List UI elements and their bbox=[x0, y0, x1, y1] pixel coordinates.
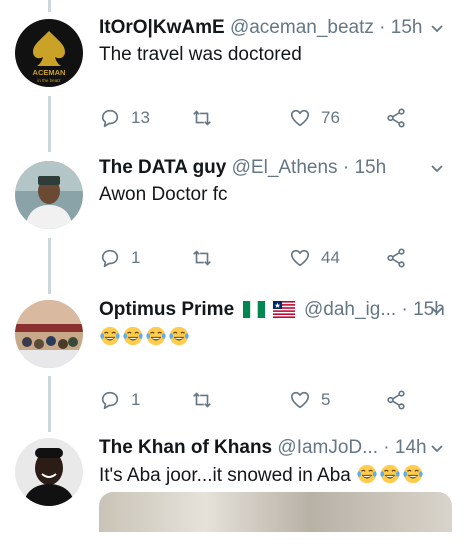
tears-of-joy-emoji bbox=[123, 326, 143, 346]
tweet-text: It's Aba joor...it snowed in Aba bbox=[99, 463, 425, 488]
tears-of-joy-emoji bbox=[146, 326, 166, 346]
tweet-header: Optimus Prime @dah_ig... · 15h bbox=[99, 298, 454, 322]
tweet[interactable]: The Khan of Khans @IamJoD... · 14h It's … bbox=[0, 420, 466, 560]
chevron-down-icon[interactable] bbox=[430, 162, 444, 176]
tears-of-joy-emoji bbox=[357, 464, 377, 484]
display-name[interactable]: ItOrO|KwAmE bbox=[99, 17, 225, 38]
avatar[interactable] bbox=[15, 300, 83, 368]
chevron-down-icon[interactable] bbox=[430, 304, 444, 318]
nigeria-flag-icon bbox=[243, 301, 266, 318]
like-button[interactable]: 44 bbox=[289, 246, 340, 270]
reply-count: 1 bbox=[131, 248, 141, 267]
tweet-text-content: It's Aba joor...it snowed in Aba bbox=[99, 465, 351, 486]
reply-button[interactable]: 1 bbox=[99, 388, 140, 412]
avatar[interactable]: ACEMAN in the beatz bbox=[15, 19, 83, 87]
like-button[interactable]: 76 bbox=[289, 106, 340, 130]
like-count: 5 bbox=[321, 390, 331, 409]
tweet[interactable]: Optimus Prime @dah_ig... · 15h 1 5 bbox=[0, 282, 466, 422]
emoji-row bbox=[99, 326, 191, 348]
reply-icon bbox=[101, 391, 119, 410]
emoji-row bbox=[356, 464, 425, 486]
like-button[interactable]: 5 bbox=[289, 388, 330, 412]
tears-of-joy-emoji bbox=[403, 464, 423, 484]
user-handle[interactable]: @IamJoD... bbox=[277, 437, 378, 458]
share-button[interactable] bbox=[385, 388, 407, 412]
separator-dot: · bbox=[383, 437, 390, 458]
reply-icon bbox=[101, 109, 119, 128]
tweet-text: Awon Doctor fc bbox=[99, 184, 228, 205]
tweet-actions: 13 76 bbox=[99, 106, 419, 130]
tweet[interactable]: ACEMAN in the beatz ItOrO|KwAmE @aceman_… bbox=[0, 0, 466, 140]
timestamp[interactable]: 14h bbox=[395, 437, 427, 458]
timestamp[interactable]: 15h bbox=[391, 17, 423, 38]
avatar[interactable] bbox=[15, 161, 83, 229]
retweet-button[interactable] bbox=[191, 388, 213, 412]
reply-button[interactable]: 13 bbox=[99, 106, 150, 130]
tweet-actions: 1 5 bbox=[99, 388, 419, 412]
display-name[interactable]: Optimus Prime bbox=[99, 299, 234, 320]
retweet-icon bbox=[193, 110, 211, 126]
tweet-text bbox=[99, 325, 191, 350]
avatar-logo-text: ACEMAN bbox=[33, 68, 66, 77]
user-handle[interactable]: @El_Athens bbox=[232, 157, 338, 178]
tweet-media-image[interactable] bbox=[99, 492, 452, 532]
tweet-actions: 1 44 bbox=[99, 246, 419, 270]
avatar[interactable] bbox=[15, 438, 83, 506]
share-button[interactable] bbox=[385, 246, 407, 270]
like-count: 76 bbox=[321, 108, 340, 127]
tweet[interactable]: The DATA guy @El_Athens · 15h Awon Docto… bbox=[0, 140, 466, 280]
like-count: 44 bbox=[321, 248, 340, 267]
user-handle[interactable]: @aceman_beatz bbox=[230, 17, 374, 38]
retweet-button[interactable] bbox=[191, 246, 213, 270]
chevron-down-icon[interactable] bbox=[430, 22, 444, 36]
tweet-header: The DATA guy @El_Athens · 15h bbox=[99, 156, 454, 180]
reply-button[interactable]: 1 bbox=[99, 246, 140, 270]
retweet-icon bbox=[193, 392, 211, 408]
tears-of-joy-emoji bbox=[169, 326, 189, 346]
separator-dot: · bbox=[401, 299, 408, 320]
tweet-text: The travel was doctored bbox=[99, 44, 302, 65]
share-icon bbox=[387, 248, 405, 268]
share-button[interactable] bbox=[385, 106, 407, 130]
tweet-header: The Khan of Khans @IamJoD... · 14h bbox=[99, 436, 454, 460]
like-icon bbox=[290, 109, 310, 127]
reply-icon bbox=[101, 249, 119, 268]
timestamp[interactable]: 15h bbox=[354, 157, 386, 178]
tweet-header: ItOrO|KwAmE @aceman_beatz · 15h bbox=[99, 16, 454, 40]
chevron-down-icon[interactable] bbox=[430, 442, 444, 456]
liberia-flag-icon bbox=[272, 301, 295, 318]
reply-count: 1 bbox=[131, 390, 141, 409]
separator-dot: · bbox=[342, 157, 350, 178]
like-icon bbox=[290, 391, 310, 409]
display-name[interactable]: The Khan of Khans bbox=[99, 437, 272, 458]
like-icon bbox=[290, 249, 310, 267]
user-handle[interactable]: @dah_ig... bbox=[304, 299, 396, 320]
share-icon bbox=[387, 390, 405, 410]
retweet-button[interactable] bbox=[191, 106, 213, 130]
display-name[interactable]: The DATA guy bbox=[99, 157, 226, 178]
share-icon bbox=[387, 108, 405, 128]
retweet-icon bbox=[193, 250, 211, 266]
separator-dot: · bbox=[379, 17, 386, 38]
avatar-logo-subtext: in the beatz bbox=[37, 78, 61, 83]
reply-count: 13 bbox=[131, 108, 150, 127]
tears-of-joy-emoji bbox=[100, 326, 120, 346]
tears-of-joy-emoji bbox=[380, 464, 400, 484]
